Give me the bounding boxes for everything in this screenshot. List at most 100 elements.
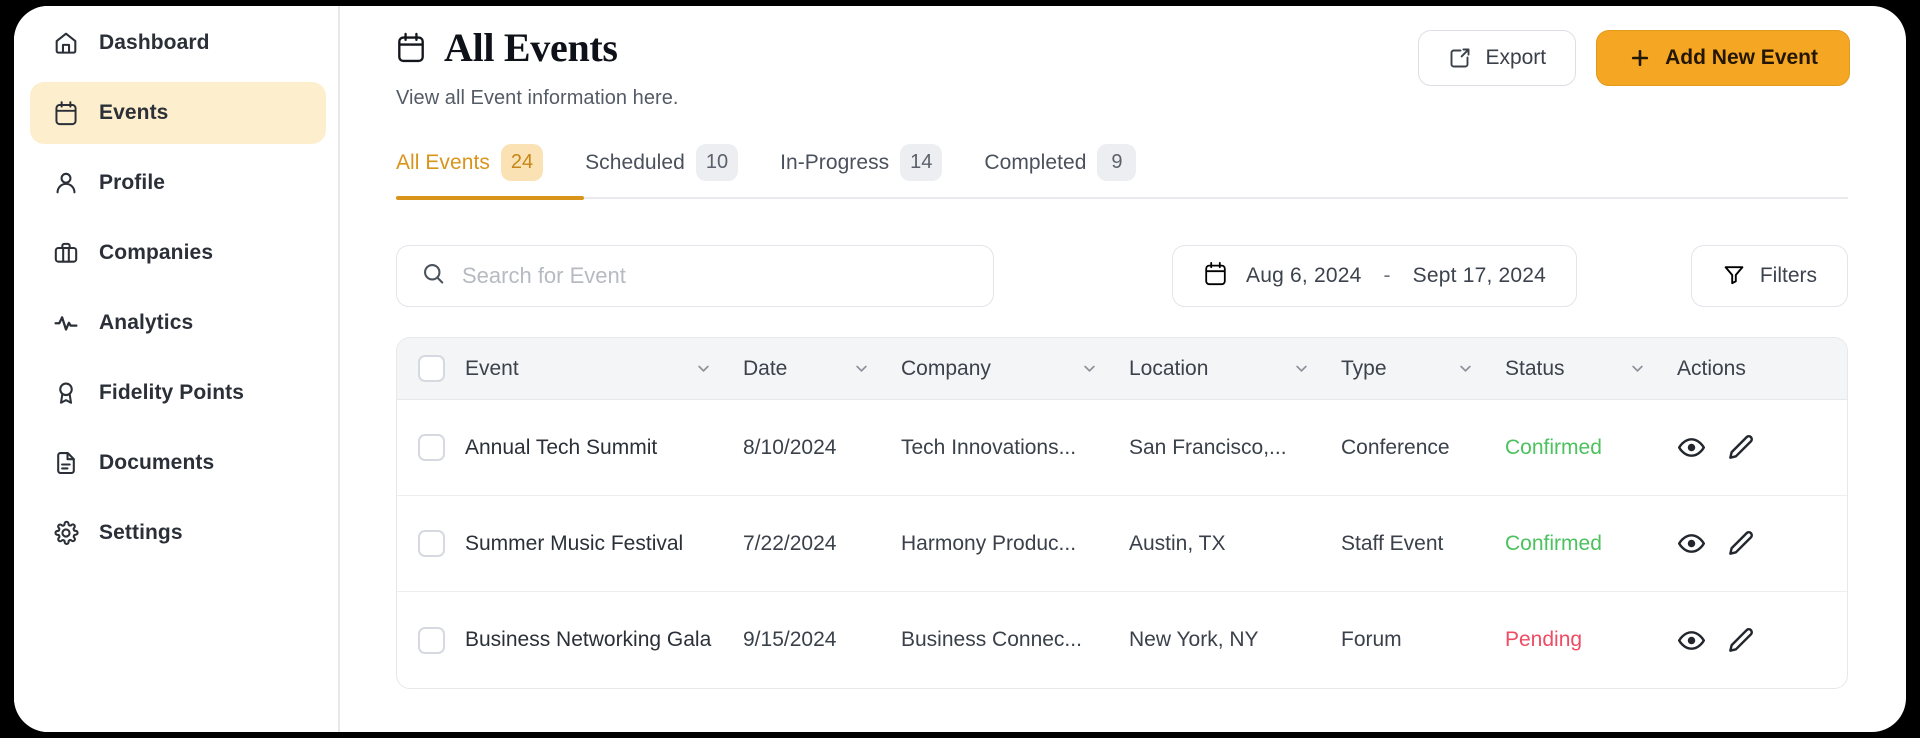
cell-location: New York, NY	[1129, 628, 1341, 652]
tab-count-badge: 14	[900, 144, 942, 181]
column-header-event-label: Event	[465, 357, 519, 381]
tab-in-progress[interactable]: In-Progress 14	[780, 144, 963, 197]
briefcase-icon	[52, 240, 79, 267]
add-new-event-button[interactable]: Add New Event	[1596, 30, 1850, 86]
pencil-icon[interactable]	[1726, 626, 1755, 655]
search-icon	[421, 261, 446, 291]
tab-count-badge: 9	[1097, 144, 1136, 181]
date-range-separator: -	[1379, 264, 1394, 288]
column-header-actions-label: Actions	[1677, 357, 1746, 381]
row-select-checkbox[interactable]	[418, 530, 445, 557]
chevron-down-icon[interactable]	[1456, 359, 1505, 378]
calendar-icon	[396, 31, 428, 65]
sidebar: Dashboard Events Profile Companies Analytics…	[14, 6, 340, 732]
date-range-end: Sept 17, 2024	[1413, 264, 1546, 288]
table-body: Annual Tech Summit8/10/2024Tech Innovati…	[397, 400, 1847, 688]
sidebar-item-label: Events	[99, 101, 168, 125]
table-row[interactable]: Annual Tech Summit8/10/2024Tech Innovati…	[397, 400, 1847, 496]
chevron-down-icon[interactable]	[852, 359, 901, 378]
calendar-icon	[52, 100, 79, 127]
home-icon	[52, 30, 79, 57]
table-header-row: Event Date Com	[397, 338, 1847, 400]
tab-count-badge: 24	[501, 144, 543, 181]
cell-company: Harmony Produc...	[901, 532, 1129, 556]
cell-date: 7/22/2024	[743, 532, 901, 556]
active-tab-underline	[396, 196, 584, 200]
sidebar-item-dashboard[interactable]: Dashboard	[30, 12, 326, 74]
events-table: Event Date Com	[396, 337, 1848, 689]
sidebar-item-label: Companies	[99, 241, 213, 265]
filters-button[interactable]: Filters	[1691, 245, 1848, 307]
eye-icon[interactable]	[1677, 529, 1706, 558]
tabs-list: All Events24 Scheduled10 In-Progress 14 Comp…	[396, 144, 1850, 197]
external-link-icon	[1448, 46, 1472, 70]
activity-icon	[52, 310, 79, 337]
tab-scheduled[interactable]: Scheduled10	[585, 144, 759, 197]
row-select-cell	[397, 627, 465, 654]
sidebar-nav-list: Dashboard Events Profile Companies Analytics…	[14, 10, 338, 564]
table-row[interactable]: Summer Music Festival7/22/2024Harmony Pr…	[397, 496, 1847, 592]
column-header-date[interactable]: Date	[743, 357, 901, 381]
sidebar-item-events[interactable]: Events	[30, 82, 326, 144]
column-header-location[interactable]: Location	[1129, 357, 1341, 381]
column-header-type-label: Type	[1341, 357, 1387, 381]
column-header-type[interactable]: Type	[1341, 357, 1505, 381]
tabs-section: All Events24 Scheduled10 In-Progress 14 Comp…	[396, 144, 1850, 199]
document-icon	[52, 450, 79, 477]
row-select-cell	[397, 434, 465, 461]
sidebar-item-label: Fidelity Points	[99, 381, 244, 405]
sidebar-item-analytics[interactable]: Analytics	[30, 292, 326, 354]
status-badge: Confirmed	[1505, 436, 1602, 460]
eye-icon[interactable]	[1677, 626, 1706, 655]
cell-company: Tech Innovations...	[901, 436, 1129, 460]
column-header-status[interactable]: Status	[1505, 357, 1677, 381]
table-row[interactable]: Business Networking Gala9/15/2024Busines…	[397, 592, 1847, 688]
tab-all-events[interactable]: All Events24	[396, 144, 564, 197]
sidebar-item-documents[interactable]: Documents	[30, 432, 326, 494]
sidebar-item-profile[interactable]: Profile	[30, 152, 326, 214]
gear-icon	[52, 520, 79, 547]
sidebar-item-settings[interactable]: Settings	[30, 502, 326, 564]
cell-actions	[1677, 433, 1847, 462]
sidebar-item-label: Analytics	[99, 311, 193, 335]
toolbar: Aug 6, 2024 - Sept 17, 2024 Filters	[396, 245, 1848, 307]
chevron-down-icon[interactable]	[1292, 359, 1341, 378]
column-header-event[interactable]: Event	[465, 357, 743, 381]
tab-label: In-Progress	[780, 151, 889, 175]
row-select-checkbox[interactable]	[418, 434, 445, 461]
export-button[interactable]: Export	[1418, 30, 1576, 86]
cell-location: San Francisco,...	[1129, 436, 1341, 460]
cell-type: Forum	[1341, 628, 1505, 652]
chevron-down-icon[interactable]	[1628, 359, 1677, 378]
column-header-company-label: Company	[901, 357, 991, 381]
tab-label: Scheduled	[585, 151, 685, 175]
column-header-company[interactable]: Company	[901, 357, 1129, 381]
search-box[interactable]	[396, 245, 994, 307]
calendar-icon	[1203, 261, 1228, 292]
sidebar-item-fidelity-points[interactable]: Fidelity Points	[30, 362, 326, 424]
column-header-date-label: Date	[743, 357, 787, 381]
search-input[interactable]	[462, 263, 969, 289]
user-icon	[52, 170, 79, 197]
row-select-checkbox[interactable]	[418, 627, 445, 654]
sidebar-item-label: Dashboard	[99, 31, 210, 55]
chevron-down-icon[interactable]	[694, 359, 743, 378]
pencil-icon[interactable]	[1726, 529, 1755, 558]
date-range-picker[interactable]: Aug 6, 2024 - Sept 17, 2024	[1172, 245, 1577, 307]
eye-icon[interactable]	[1677, 433, 1706, 462]
select-all-checkbox[interactable]	[418, 355, 445, 382]
sidebar-item-companies[interactable]: Companies	[30, 222, 326, 284]
column-header-actions: Actions	[1677, 357, 1847, 381]
cell-event: Business Networking Gala	[465, 628, 743, 652]
chevron-down-icon[interactable]	[1080, 359, 1129, 378]
tab-completed[interactable]: Completed9	[984, 144, 1157, 197]
cell-event: Annual Tech Summit	[465, 436, 743, 460]
cell-actions	[1677, 626, 1847, 655]
date-range-start: Aug 6, 2024	[1246, 264, 1361, 288]
page-title: All Events	[444, 28, 618, 68]
pencil-icon[interactable]	[1726, 433, 1755, 462]
cell-type: Conference	[1341, 436, 1505, 460]
plus-icon	[1628, 46, 1652, 70]
page-header: All Events View all Event information he…	[396, 6, 1850, 110]
app-window: Dashboard Events Profile Companies Analytics…	[14, 6, 1906, 732]
